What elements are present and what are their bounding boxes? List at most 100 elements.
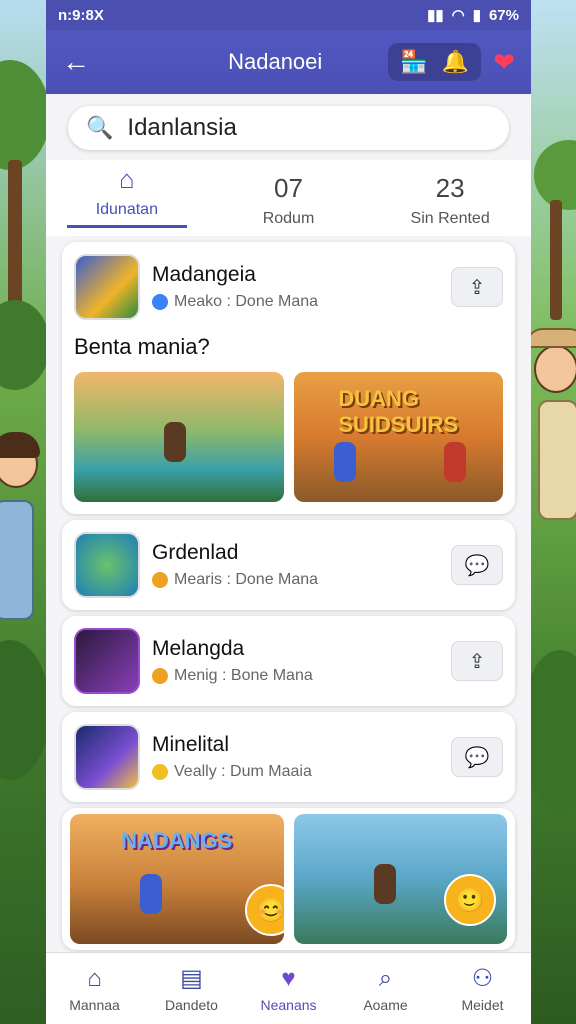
nav-label: Dandeto bbox=[165, 997, 218, 1013]
search-input[interactable]: Idanlansia bbox=[127, 114, 236, 142]
character-body bbox=[0, 500, 34, 620]
home-icon: ⌂ bbox=[87, 964, 102, 992]
badge-icon bbox=[152, 764, 168, 780]
nav-favorites[interactable]: ♥ Neanans bbox=[244, 965, 334, 1013]
game-title: Minelital bbox=[152, 733, 230, 756]
tree-canopy bbox=[0, 60, 46, 170]
character-hair bbox=[0, 432, 40, 458]
promo-logo-text: NADANGS bbox=[121, 828, 233, 853]
character-sprite bbox=[164, 422, 186, 462]
chat-button[interactable]: 💬 bbox=[451, 545, 503, 585]
game-title: Madangeia bbox=[152, 263, 256, 286]
tab-home[interactable]: ⌂ Idunatan bbox=[66, 164, 187, 228]
search-bar[interactable]: 🔍 Idanlansia bbox=[68, 106, 509, 150]
character-sprite bbox=[333, 442, 356, 482]
people-icon: ⚇ bbox=[471, 965, 494, 992]
nav-home[interactable]: ⌂ Mannaa bbox=[50, 965, 140, 1013]
badge-icon bbox=[152, 572, 168, 588]
screenshot-logo-text: DUANG SUIDSUIRS bbox=[338, 386, 459, 437]
tab-rodum[interactable]: 07 Rodum bbox=[228, 173, 348, 228]
nav-label: Neanans bbox=[260, 996, 317, 1013]
status-time: n:9:8X bbox=[58, 6, 104, 24]
share-button[interactable]: ⇪ bbox=[451, 267, 503, 307]
tab-label: Sin Rented bbox=[410, 210, 490, 227]
game-meta: Veally : Dum Maaia bbox=[152, 763, 451, 781]
promo-screenshot-1[interactable]: NADANGS 😊 bbox=[70, 814, 284, 944]
game-icon bbox=[74, 532, 140, 598]
signal-icon: ▮▮ bbox=[427, 7, 444, 24]
game-list-item[interactable]: Minelital Veally : Dum Maaia 💬 bbox=[62, 712, 515, 802]
game-title: Melangda bbox=[152, 637, 245, 660]
news-icon: ▤ bbox=[180, 965, 203, 992]
tab-rented[interactable]: 23 Sin Rented bbox=[390, 173, 510, 228]
search-icon: 🔍 bbox=[86, 115, 114, 140]
tab-count: 23 bbox=[435, 173, 465, 203]
bush bbox=[0, 300, 46, 390]
promo-screenshots: NADANGS 😊 🙂 bbox=[70, 814, 507, 944]
nav-label: Mannaa bbox=[69, 996, 120, 1013]
notification-icon[interactable]: 🔔 bbox=[442, 49, 469, 75]
explorer-body bbox=[538, 400, 576, 520]
game-meta-text: Veally : Dum Maaia bbox=[174, 763, 312, 780]
promo-gallery-card[interactable]: NADANGS 😊 🙂 bbox=[62, 808, 515, 950]
battery-percent: 67% bbox=[488, 6, 519, 24]
smile-emoji-icon[interactable]: 🙂 bbox=[443, 874, 496, 926]
wifi-icon: ◠ bbox=[451, 7, 465, 24]
tab-bar: ⌂ Idunatan 07 Rodum 23 Sin Rented bbox=[46, 160, 531, 236]
tab-label: Idunatan bbox=[95, 201, 158, 218]
nav-news[interactable]: ▤ Dandeto bbox=[147, 964, 237, 1013]
game-meta: Meako : Done Mana bbox=[152, 293, 451, 311]
screenshot-gallery: DUANG SUIDSUIRS bbox=[74, 372, 503, 502]
tab-count: 07 bbox=[274, 173, 303, 203]
explorer-hat bbox=[530, 328, 576, 348]
app-window: n:9:8X ▮▮ ◠ ▮ 67% ← Nadanoei 🏪 🔔 ❤ 🔍 Ida… bbox=[46, 0, 531, 1024]
left-background-scene bbox=[0, 0, 46, 1024]
battery-icon: ▮ bbox=[472, 7, 481, 24]
smile-emoji-icon[interactable]: 😊 bbox=[245, 884, 284, 936]
game-icon bbox=[74, 724, 140, 790]
bottom-navigation: ⌂ Mannaa ▤ Dandeto ♥ Neanans ⌕ Aoame ⚇ M… bbox=[46, 952, 531, 1024]
nav-search[interactable]: ⌕ Aoame bbox=[341, 965, 431, 1013]
game-list-item[interactable]: Melangda Menig : Bone Mana ⇪ bbox=[62, 616, 515, 706]
store-icon[interactable]: 🏪 bbox=[400, 49, 427, 75]
game-icon bbox=[74, 628, 140, 694]
game-meta: Menig : Bone Mana bbox=[152, 667, 451, 685]
game-meta-text: Meako : Done Mana bbox=[174, 293, 319, 310]
character-sprite bbox=[443, 442, 466, 482]
status-bar: n:9:8X ▮▮ ◠ ▮ 67% bbox=[46, 0, 531, 30]
back-arrow-icon[interactable]: ← bbox=[62, 46, 102, 78]
nav-label: Aoame bbox=[363, 996, 408, 1013]
promo-screenshot-2[interactable]: 🙂 bbox=[293, 814, 507, 944]
game-meta-text: Mearis : Done Mana bbox=[174, 571, 319, 588]
nav-people[interactable]: ⚇ Meidet bbox=[438, 964, 528, 1013]
game-meta-text: Menig : Bone Mana bbox=[174, 667, 313, 684]
right-background-scene bbox=[530, 0, 576, 1024]
game-list-item[interactable]: Grdenlad Mearis : Done Mana 💬 bbox=[62, 520, 515, 610]
home-icon: ⌂ bbox=[118, 164, 135, 194]
badge-icon bbox=[152, 668, 168, 684]
chat-button[interactable]: 💬 bbox=[451, 737, 503, 777]
bush bbox=[530, 650, 576, 810]
palm-trunk bbox=[550, 200, 562, 320]
page-title: Nadanoei bbox=[228, 49, 323, 74]
screenshot-2[interactable]: DUANG SUIDSUIRS bbox=[293, 372, 503, 502]
tab-label: Rodum bbox=[262, 210, 315, 227]
character-sprite bbox=[373, 864, 396, 904]
tree-trunk bbox=[8, 160, 22, 320]
badge-icon bbox=[152, 294, 168, 310]
favorites-heart-icon[interactable]: ❤ bbox=[493, 47, 515, 78]
share-button[interactable]: ⇪ bbox=[451, 641, 503, 681]
search-icon: ⌕ bbox=[378, 964, 393, 992]
featured-question: Benta mania? bbox=[74, 334, 210, 359]
featured-game-card[interactable]: Madangeia Meako : Done Mana ⇪ Benta mani… bbox=[62, 242, 515, 514]
bush bbox=[0, 640, 46, 780]
nav-label: Meidet bbox=[461, 997, 504, 1013]
game-title: Grdenlad bbox=[152, 541, 239, 564]
app-bar: ← Nadanoei 🏪 🔔 ❤ bbox=[46, 30, 531, 94]
screenshot-1[interactable] bbox=[74, 372, 284, 502]
character-sprite bbox=[140, 874, 162, 914]
toolbar-icon-group: 🏪 🔔 bbox=[388, 43, 482, 81]
game-icon bbox=[74, 254, 140, 320]
game-meta: Mearis : Done Mana bbox=[152, 571, 451, 589]
explorer-face bbox=[534, 345, 576, 393]
